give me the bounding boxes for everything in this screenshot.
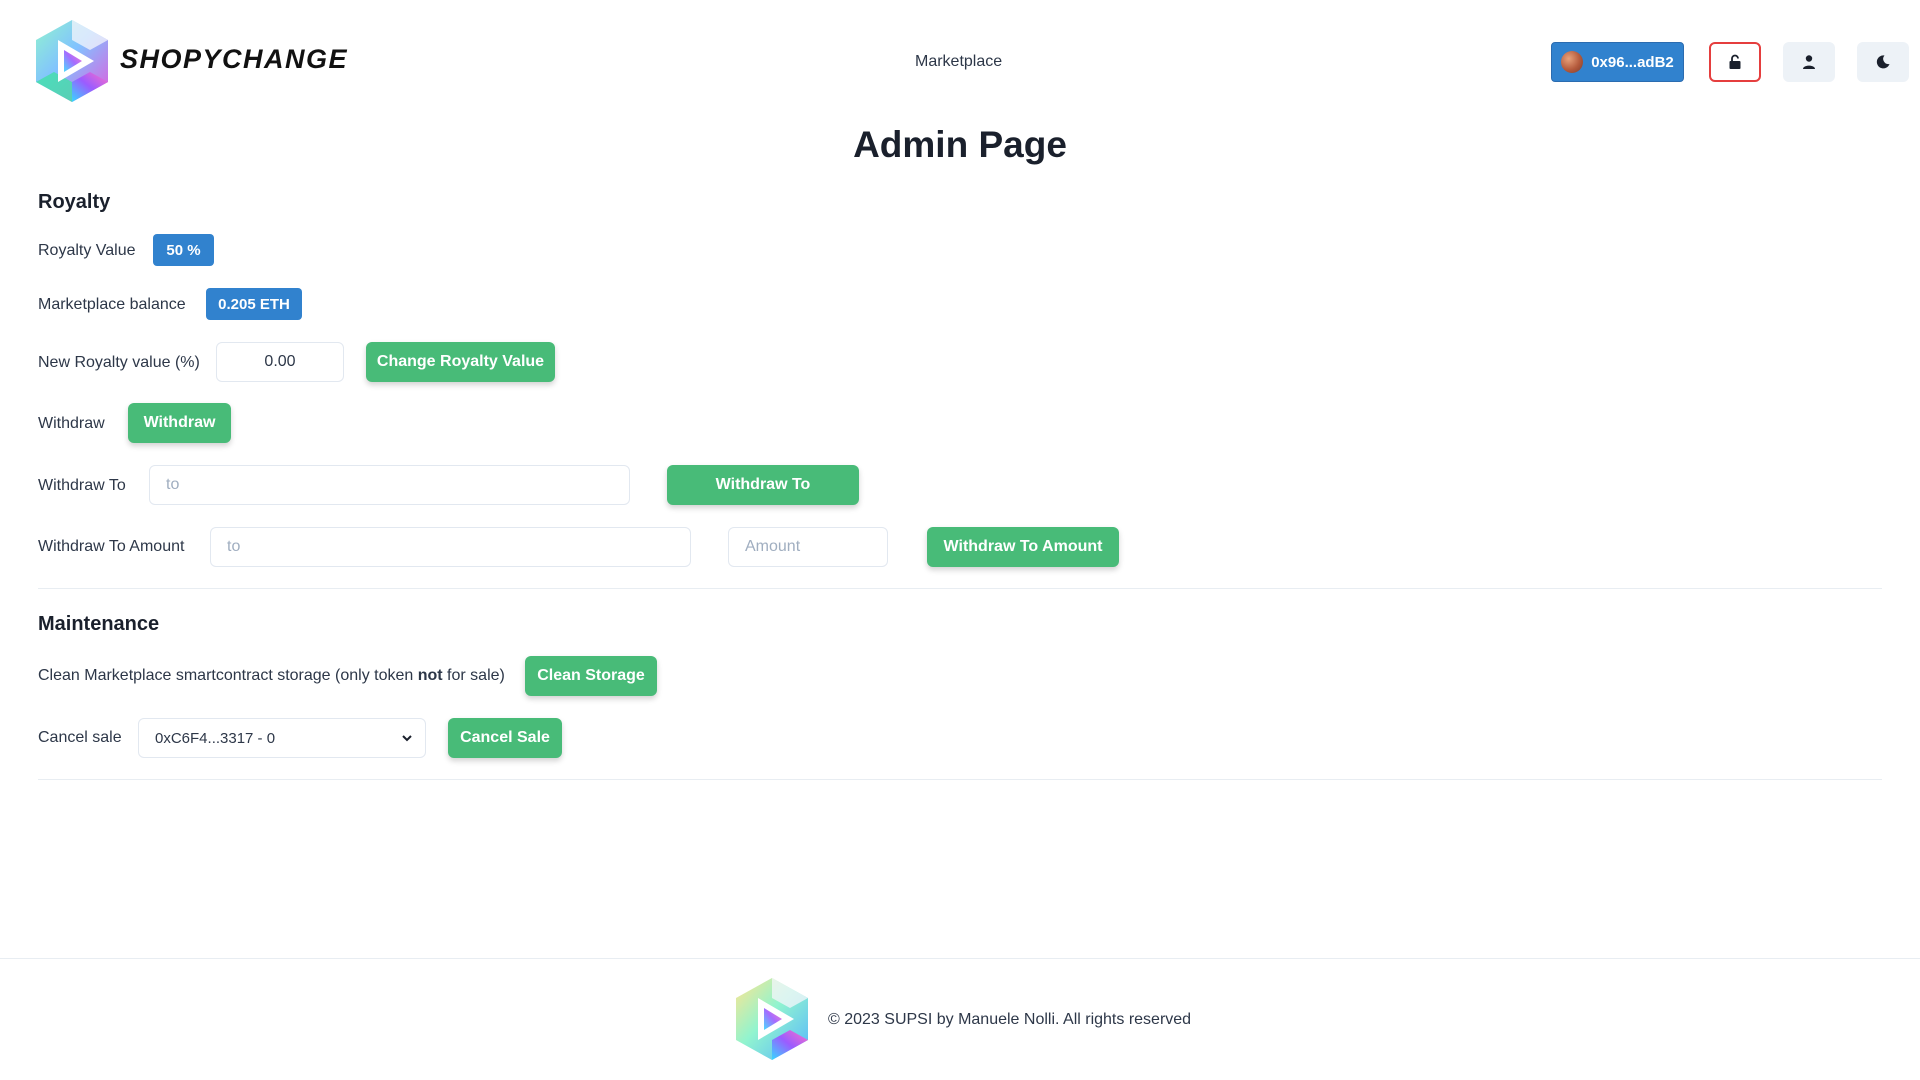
brand-name[interactable]: SHOPYCHANGE (120, 44, 348, 75)
lock-button[interactable] (1709, 42, 1761, 82)
user-icon (1803, 55, 1815, 69)
withdraw-to-amount-label: Withdraw To Amount (38, 538, 185, 555)
footer-copyright: © 2023 SUPSI by Manuele Nolli. All right… (828, 1011, 1192, 1028)
unlock-icon (1729, 54, 1741, 69)
cancel-sale-select[interactable]: 0xC6F4...3317 - 0 (138, 718, 426, 758)
withdraw-amount-input[interactable]: Amount (728, 527, 888, 567)
withdraw-to-button[interactable]: Withdraw To (667, 465, 859, 505)
chevron-down-icon (402, 735, 412, 742)
theme-toggle-button[interactable] (1857, 42, 1909, 82)
new-royalty-label: New Royalty value (%) (38, 354, 200, 371)
clean-storage-button[interactable]: Clean Storage (525, 656, 657, 696)
royalty-section-title: Royalty (38, 191, 111, 213)
wallet-address: 0x96...adB2 (1591, 53, 1674, 71)
wallet-account-button[interactable]: 0x96...adB2 (1551, 42, 1684, 82)
marketplace-balance-badge: 0.205 ETH (206, 288, 302, 320)
footer-divider (0, 958, 1920, 959)
cancel-sale-selected-value: 0xC6F4...3317 - 0 (155, 729, 276, 747)
withdraw-to-address-input[interactable]: to (149, 465, 630, 505)
wallet-avatar (1561, 51, 1584, 73)
marketplace-balance-label: Marketplace balance (38, 296, 186, 313)
section-divider (38, 779, 1882, 780)
withdraw-to-label: Withdraw To (38, 477, 126, 494)
royalty-value-badge: 50 % (153, 234, 214, 266)
withdraw-to-amount-address-input[interactable]: to (210, 527, 691, 567)
cancel-sale-button[interactable]: Cancel Sale (448, 718, 562, 758)
page-title: Admin Page (853, 124, 1067, 165)
footer-logo (734, 976, 810, 1062)
withdraw-label: Withdraw (38, 415, 105, 432)
clean-storage-label: Clean Marketplace smartcontract storage … (38, 667, 505, 684)
new-royalty-input[interactable]: 0.00 (216, 342, 344, 382)
royalty-value-label: Royalty Value (38, 242, 136, 259)
section-divider (38, 588, 1882, 589)
change-royalty-button[interactable]: Change Royalty Value (366, 342, 555, 382)
nav-marketplace-link[interactable]: Marketplace (915, 53, 1002, 71)
user-profile-button[interactable] (1783, 42, 1835, 82)
withdraw-to-amount-button[interactable]: Withdraw To Amount (927, 527, 1119, 567)
moon-icon (1876, 55, 1890, 69)
cancel-sale-label: Cancel sale (38, 729, 122, 746)
maintenance-section-title: Maintenance (38, 613, 160, 635)
brand-logo[interactable] (34, 18, 110, 104)
withdraw-button[interactable]: Withdraw (128, 403, 231, 443)
